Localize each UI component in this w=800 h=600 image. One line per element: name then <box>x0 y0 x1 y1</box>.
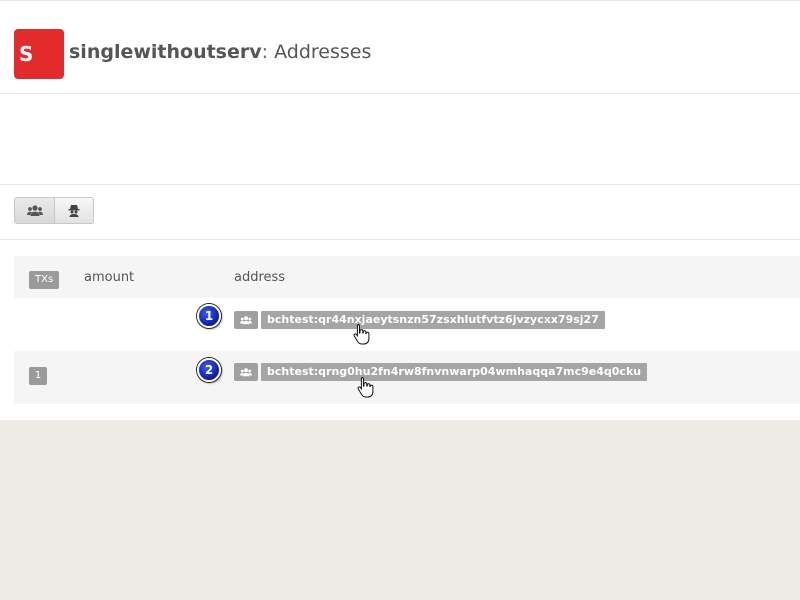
users-icon <box>26 204 43 216</box>
amount-column-header: amount <box>84 270 135 285</box>
address-type-badge <box>234 311 258 329</box>
content-spacer <box>0 94 800 185</box>
page-title: singlewithoutserv: Addresses <box>69 41 371 63</box>
hand-cursor-icon <box>357 377 374 398</box>
spy-icon <box>68 205 80 217</box>
page: S singlewithoutserv: Addresses TXs amoun… <box>0 0 800 420</box>
table-row: 1 bchtest:qr44nxjaeytsnzn57zsxhlutfvtz6j… <box>14 298 800 351</box>
toolbar <box>0 185 800 240</box>
table-row: 1 2 bchtest:qrng0hu2fn4rw8fnvnwarp04wmha… <box>14 351 800 404</box>
wallet-name[interactable]: singlewithoutserv <box>69 41 262 63</box>
header: S singlewithoutserv: Addresses <box>0 0 800 94</box>
show-all-addresses-button[interactable] <box>14 197 55 224</box>
users-icon <box>240 367 252 376</box>
addresses-table: TXs amount address 1 bchtest:qr44nxjaeyt… <box>14 256 800 404</box>
step-marker: 1 <box>197 304 221 328</box>
wallet-logo-letter: S <box>19 42 34 66</box>
step-marker: 2 <box>197 358 221 382</box>
title-separator: : <box>261 41 269 63</box>
address-type-badge <box>234 363 258 381</box>
address-column-header: address <box>234 270 286 285</box>
address-link[interactable]: bchtest:qr44nxjaeytsnzn57zsxhlutfvtz6jvz… <box>261 311 605 329</box>
page-title-text: Addresses <box>274 41 372 63</box>
address-link[interactable]: bchtest:qrng0hu2fn4rw8fnvnwarp04wmhaqqa7… <box>261 363 648 381</box>
hidden-addresses-button[interactable] <box>55 197 94 224</box>
address-filter-group <box>14 197 94 225</box>
wallet-logo[interactable]: S <box>14 29 64 79</box>
table-header: TXs amount address <box>14 256 800 298</box>
txs-column-header: TXs <box>29 271 60 289</box>
tx-count-badge: 1 <box>29 367 47 385</box>
hand-cursor-icon <box>353 324 370 345</box>
users-icon <box>240 315 252 324</box>
